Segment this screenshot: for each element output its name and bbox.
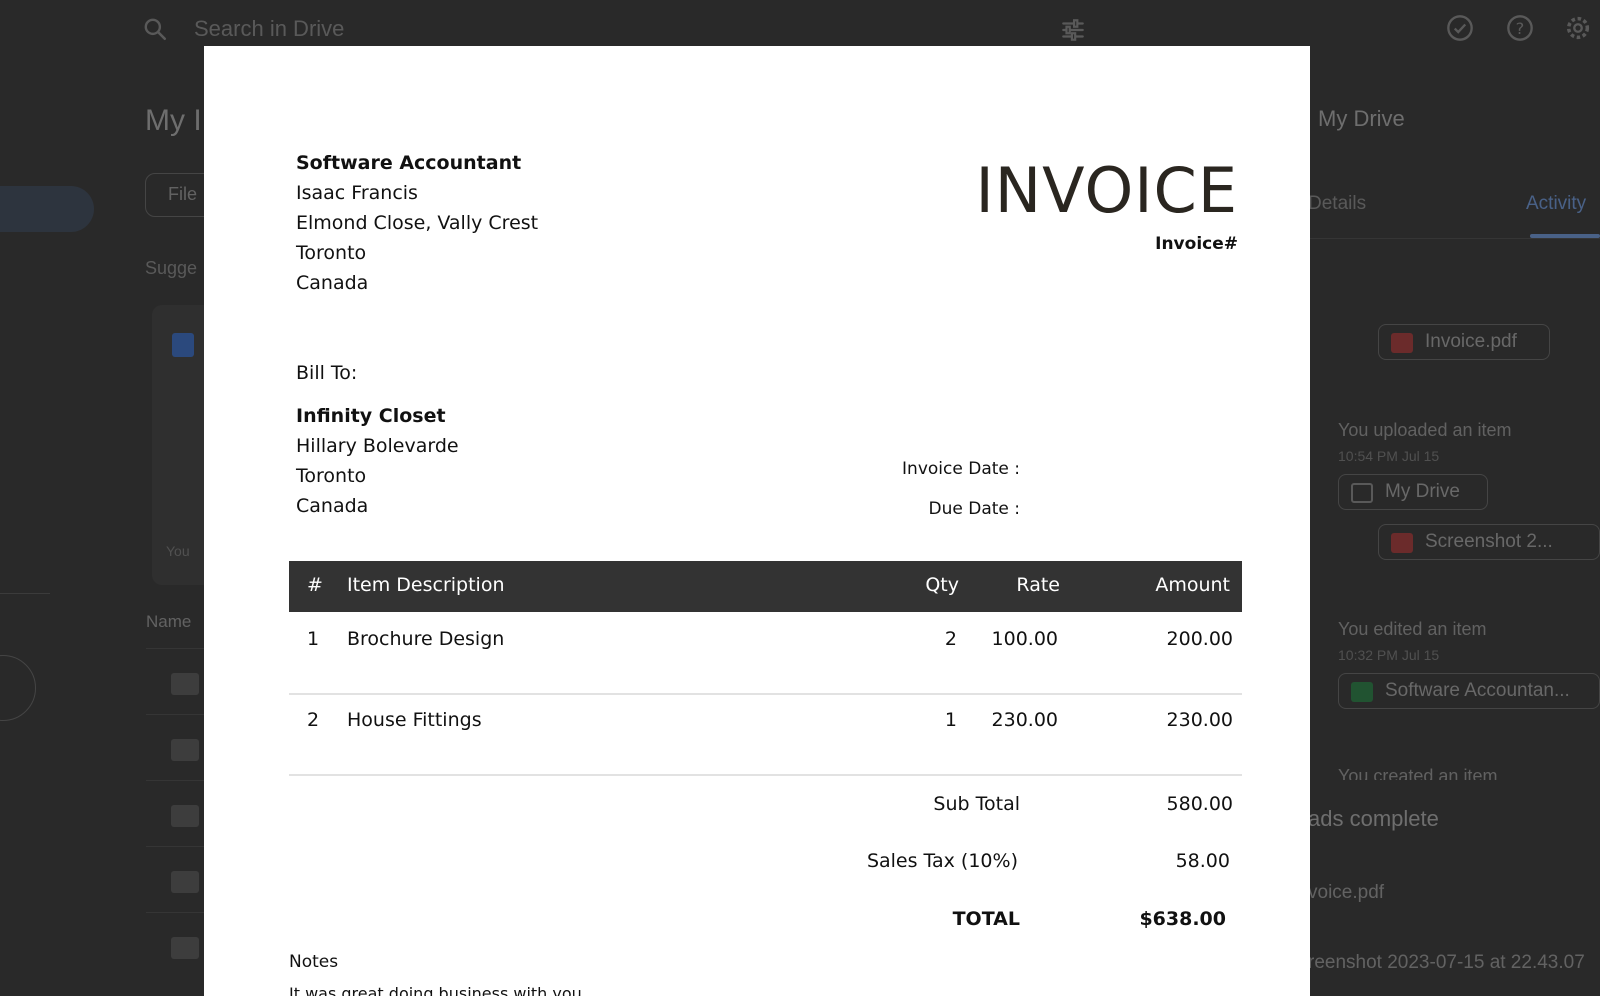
upload-item[interactable]: voice.pdf xyxy=(1308,882,1384,904)
client-company: Infinity Closet xyxy=(296,405,446,427)
upload-item[interactable]: reenshot 2023-07-15 at 22.43.07 xyxy=(1308,952,1585,974)
details-panel-title: My Drive xyxy=(1318,106,1405,131)
suggested-reason: You xyxy=(166,543,190,559)
search-icon[interactable] xyxy=(142,16,168,42)
activity-file-chip[interactable]: Screenshot 2... xyxy=(1378,524,1600,560)
sender-street: Elmond Close, Vally Crest xyxy=(296,212,539,234)
row-divider xyxy=(146,780,206,781)
invoice-title: INVOICE xyxy=(975,154,1238,227)
tax-label: Sales Tax (10%) xyxy=(866,850,1018,872)
uploads-complete-title: ads complete xyxy=(1308,806,1439,831)
folder-icon xyxy=(171,673,199,695)
activity-event: You edited an item xyxy=(1338,619,1487,639)
client-country: Canada xyxy=(296,495,369,517)
client-street: Hillary Bolevarde xyxy=(296,435,459,457)
total-label: TOTAL xyxy=(952,908,1020,930)
search-input[interactable]: Search in Drive xyxy=(194,16,344,42)
folder-icon xyxy=(171,739,199,761)
tab-activity[interactable]: Activity xyxy=(1526,193,1586,215)
subtotal-label: Sub Total xyxy=(933,793,1020,815)
invoice-date-label: Invoice Date : xyxy=(902,459,1020,479)
suggested-heading: Sugge xyxy=(145,258,198,278)
docs-icon xyxy=(172,333,194,357)
folder-icon xyxy=(171,937,199,959)
invoice-preview-page: Software Accountant Isaac Francis Elmond… xyxy=(204,46,1310,996)
bill-to-label: Bill To: xyxy=(296,362,358,384)
sheets-icon xyxy=(1351,682,1373,702)
activity-time: 10:32 PM Jul 15 xyxy=(1338,647,1440,663)
sidebar-selected-item[interactable] xyxy=(0,186,94,232)
activity-folder-chip[interactable]: My Drive xyxy=(1338,474,1488,510)
row-divider xyxy=(289,774,1242,776)
client-city: Toronto xyxy=(296,465,367,487)
settings-icon[interactable] xyxy=(1564,14,1592,42)
item-description: House Fittings xyxy=(347,709,482,731)
subtotal-value: 580.00 xyxy=(1166,793,1233,815)
sender-city: Toronto xyxy=(296,242,367,264)
due-date-label: Due Date : xyxy=(928,499,1021,519)
notes-label: Notes xyxy=(289,952,339,972)
help-icon[interactable]: ? xyxy=(1506,14,1534,42)
folder-icon xyxy=(171,805,199,827)
activity-time: 10:54 PM Jul 15 xyxy=(1338,448,1440,464)
row-divider xyxy=(146,912,206,913)
item-amount: 230.00 xyxy=(1166,709,1233,731)
col-description: Item Description xyxy=(347,574,505,596)
folder-icon xyxy=(171,871,199,893)
sender-name: Isaac Francis xyxy=(296,182,418,204)
row-divider xyxy=(146,846,206,847)
tax-value: 58.00 xyxy=(1175,850,1230,872)
ready-for-offline-icon[interactable] xyxy=(1446,14,1474,42)
drive-folder-icon xyxy=(1351,483,1373,503)
item-qty: 1 xyxy=(944,709,957,731)
col-qty: Qty xyxy=(925,574,959,596)
sender-company: Software Accountant xyxy=(296,152,522,174)
name-column-header[interactable]: Name xyxy=(146,612,191,632)
row-divider xyxy=(289,693,1242,695)
invoice-number-label: Invoice# xyxy=(1155,234,1238,254)
item-amount: 200.00 xyxy=(1166,628,1233,650)
item-rate: 100.00 xyxy=(991,628,1058,650)
item-number: 2 xyxy=(307,709,320,731)
item-rate: 230.00 xyxy=(991,709,1058,731)
col-amount: Amount xyxy=(1155,574,1230,596)
search-options-icon[interactable] xyxy=(1060,17,1086,43)
col-rate: Rate xyxy=(1016,574,1060,596)
notes-text: It was great doing business with you. xyxy=(289,984,587,996)
col-number: # xyxy=(307,574,323,596)
page-title: My I xyxy=(145,104,202,137)
activity-event: You uploaded an item xyxy=(1338,420,1512,440)
item-qty: 2 xyxy=(944,628,957,650)
item-description: Brochure Design xyxy=(347,628,505,650)
item-number: 1 xyxy=(307,628,320,650)
row-divider xyxy=(146,648,206,649)
sidebar-divider xyxy=(0,593,50,594)
total-value: $638.00 xyxy=(1139,908,1226,930)
pdf-icon xyxy=(1391,333,1413,353)
items-table-header: # Item Description Qty Rate Amount xyxy=(289,561,1242,612)
sender-country: Canada xyxy=(296,272,369,294)
panel-divider xyxy=(1308,238,1600,239)
svg-text:?: ? xyxy=(1516,19,1525,38)
activity-file-chip[interactable]: Invoice.pdf xyxy=(1378,324,1550,360)
activity-file-chip[interactable]: Software Accountan... xyxy=(1338,673,1600,709)
tab-details[interactable]: Details xyxy=(1308,193,1366,215)
image-icon xyxy=(1391,533,1413,553)
sidebar-storage-button[interactable] xyxy=(0,655,36,721)
activity-event: You created an item xyxy=(1338,766,1498,780)
row-divider xyxy=(146,714,206,715)
